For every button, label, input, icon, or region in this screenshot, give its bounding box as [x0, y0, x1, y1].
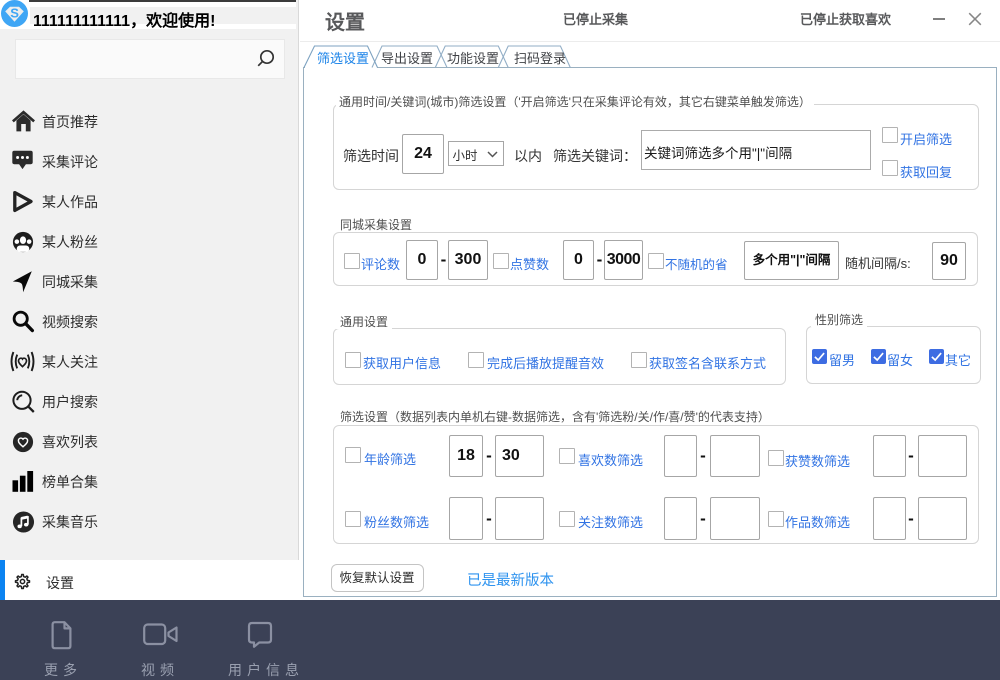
svg-text:S: S — [10, 6, 19, 21]
